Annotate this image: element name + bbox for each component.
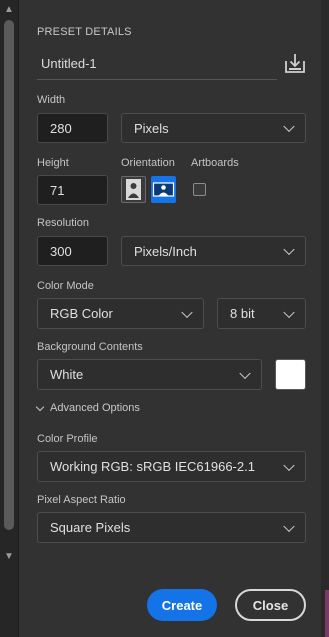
chevron-down-icon (35, 402, 45, 411)
resolution-label: Resolution (37, 217, 89, 229)
scroll-up-arrow-icon[interactable]: ▲ (3, 4, 15, 16)
chevron-down-icon (283, 306, 295, 318)
width-value: 280 (50, 120, 72, 136)
pixel-aspect-ratio-select[interactable]: Square Pixels (37, 512, 306, 543)
width-unit-select[interactable]: Pixels (121, 113, 306, 143)
background-contents-select[interactable]: White (37, 359, 262, 390)
color-profile-label: Color Profile (37, 433, 98, 445)
advanced-options-label: Advanced Options (50, 402, 140, 414)
create-button[interactable]: Create (147, 589, 217, 621)
right-edge-strip (321, 0, 329, 637)
chevron-down-icon (283, 520, 295, 532)
color-profile-value: Working RGB: sRGB IEC61966-2.1 (50, 459, 255, 474)
preset-name-field[interactable]: Untitled-1 (37, 52, 277, 80)
orientation-label: Orientation (121, 157, 175, 169)
color-mode-value: RGB Color (50, 306, 113, 321)
height-input[interactable]: 71 (37, 175, 108, 205)
pixel-aspect-ratio-label: Pixel Aspect Ratio (37, 494, 126, 506)
save-preset-icon[interactable] (284, 52, 306, 74)
background-contents-label: Background Contents (37, 341, 143, 353)
new-document-dialog: ▲ ▼ PRESET DETAILS Untitled-1 Width 280 … (0, 0, 329, 637)
chevron-down-icon (181, 306, 193, 318)
chevron-down-icon (283, 243, 295, 256)
chevron-down-icon (239, 367, 251, 379)
background-color-swatch[interactable] (275, 359, 306, 390)
height-label: Height (37, 157, 69, 169)
preset-details-title: PRESET DETAILS (37, 26, 132, 38)
color-mode-label: Color Mode (37, 280, 94, 292)
close-button[interactable]: Close (235, 589, 306, 621)
advanced-options-toggle[interactable]: Advanced Options (35, 402, 140, 414)
vertical-scrollbar[interactable]: ▲ ▼ (0, 0, 19, 637)
chevron-down-icon (283, 120, 295, 133)
artboards-label: Artboards (191, 157, 239, 169)
edge-accent (325, 590, 329, 637)
landscape-orientation-button[interactable] (151, 176, 176, 203)
resolution-unit-value: Pixels/Inch (134, 243, 197, 259)
landscape-orientation-icon (152, 182, 175, 197)
width-input[interactable]: 280 (37, 113, 108, 143)
height-value: 71 (50, 182, 65, 198)
pixel-aspect-ratio-value: Square Pixels (50, 520, 131, 535)
scroll-down-arrow-icon[interactable]: ▼ (3, 551, 15, 563)
color-profile-select[interactable]: Working RGB: sRGB IEC61966-2.1 (37, 451, 306, 482)
chevron-down-icon (283, 459, 295, 471)
artboards-checkbox[interactable] (193, 183, 206, 196)
bit-depth-select[interactable]: 8 bit (217, 298, 306, 329)
bit-depth-value: 8 bit (230, 306, 255, 321)
background-contents-value: White (50, 367, 84, 382)
portrait-orientation-icon (126, 179, 141, 200)
resolution-value: 300 (50, 243, 72, 259)
color-mode-select[interactable]: RGB Color (37, 298, 204, 329)
scrollbar-thumb[interactable] (4, 20, 14, 530)
portrait-orientation-button[interactable] (121, 176, 146, 203)
width-label: Width (37, 94, 66, 106)
resolution-unit-select[interactable]: Pixels/Inch (121, 236, 306, 266)
width-unit-value: Pixels (134, 120, 169, 136)
resolution-input[interactable]: 300 (37, 236, 108, 266)
